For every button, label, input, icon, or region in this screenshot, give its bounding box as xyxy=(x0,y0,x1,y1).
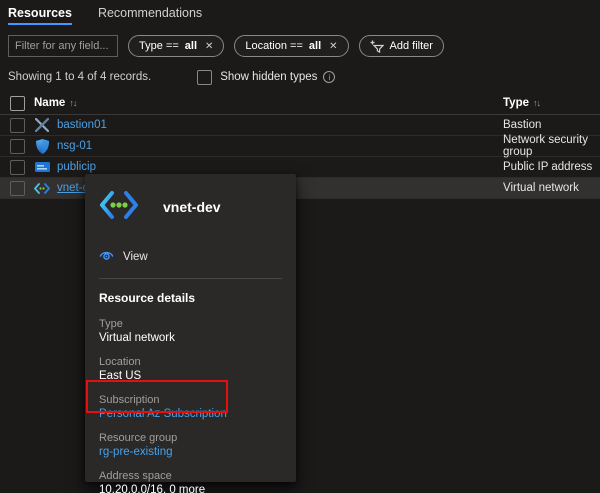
resource-link-publicip[interactable]: publicip xyxy=(57,161,96,173)
field-value: 10.20.0.0/16, 0 more xyxy=(99,484,206,493)
popover-header: vnet-dev xyxy=(99,190,282,223)
records-count-text: Showing 1 to 4 of 4 records. xyxy=(8,71,152,83)
add-filter-icon xyxy=(370,40,384,53)
divider xyxy=(99,278,282,279)
row-checkbox[interactable] xyxy=(10,159,25,175)
vnet-icon xyxy=(34,180,50,196)
tab-bar: Resources Recommendations xyxy=(0,0,600,26)
table-row[interactable]: nsg-01 Network security group xyxy=(0,134,600,158)
bastion-icon xyxy=(34,117,50,133)
show-hidden-label: Show hidden types xyxy=(220,71,318,83)
resource-group-link[interactable]: rg-pre-existing xyxy=(99,445,282,460)
row-checkbox[interactable] xyxy=(10,180,25,196)
table-row[interactable]: bastion01 Bastion xyxy=(0,115,600,136)
tab-resources[interactable]: Resources xyxy=(8,6,72,26)
table-header: Name ↑↓ Type ↑↓ xyxy=(0,92,600,115)
field-type: Type Virtual network xyxy=(99,317,282,346)
field-label: Subscription xyxy=(99,394,160,406)
view-eye-icon xyxy=(99,249,114,264)
resource-details-popover: vnet-dev View Resource details Type Virt… xyxy=(85,174,296,493)
field-resource-group: Resource group rg-pre-existing xyxy=(99,431,282,460)
resources-page: Resources Recommendations Type == all ✕ … xyxy=(0,0,600,493)
vnet-icon-large xyxy=(99,190,139,223)
nsg-shield-icon xyxy=(34,138,50,154)
add-filter-label: Add filter xyxy=(389,40,433,52)
sort-icon: ↑↓ xyxy=(69,98,77,108)
filter-pill-location-label: Location == xyxy=(245,40,303,52)
select-all-checkbox[interactable] xyxy=(10,95,25,111)
show-hidden-checkbox[interactable] xyxy=(197,69,213,85)
filter-pill-type[interactable]: Type == all ✕ xyxy=(128,35,225,57)
column-header-type-label: Type xyxy=(503,97,529,109)
row-checkbox[interactable] xyxy=(10,117,25,133)
resource-type: Bastion xyxy=(503,119,542,131)
info-icon[interactable]: i xyxy=(323,71,336,83)
filter-input[interactable] xyxy=(8,35,118,57)
filter-toolbar: Type == all ✕ Location == all ✕ Add filt… xyxy=(0,26,600,58)
field-label: Address space xyxy=(99,470,172,482)
field-label: Location xyxy=(99,356,141,368)
dismiss-icon[interactable]: ✕ xyxy=(205,41,213,52)
field-address-space: Address space 10.20.0.0/16, 0 more xyxy=(99,469,282,493)
filter-pill-type-value: all xyxy=(184,40,197,52)
column-header-type[interactable]: Type ↑↓ xyxy=(503,97,541,109)
field-location: Location East US xyxy=(99,355,282,384)
resource-link-bastion01[interactable]: bastion01 xyxy=(57,119,107,131)
field-value: Virtual network xyxy=(99,332,175,344)
public-ip-icon xyxy=(34,159,50,175)
add-filter-button[interactable]: Add filter xyxy=(358,35,444,57)
resource-type: Virtual network xyxy=(503,182,579,194)
tab-recommendations[interactable]: Recommendations xyxy=(98,6,202,26)
field-label: Type xyxy=(99,318,123,330)
view-button[interactable]: View xyxy=(99,249,282,264)
popover-title: vnet-dev xyxy=(163,198,221,215)
view-label: View xyxy=(123,250,148,263)
filter-pill-type-label: Type == xyxy=(139,40,179,52)
sort-icon: ↑↓ xyxy=(533,98,541,108)
column-header-name[interactable]: Name xyxy=(34,97,65,109)
dismiss-icon[interactable]: ✕ xyxy=(329,41,337,52)
field-label: Resource group xyxy=(99,432,178,444)
records-status-row: Showing 1 to 4 of 4 records. Show hidden… xyxy=(0,58,600,85)
filter-pill-location-value: all xyxy=(308,40,322,52)
row-checkbox[interactable] xyxy=(10,138,25,154)
field-value: East US xyxy=(99,370,142,382)
resource-details-heading: Resource details xyxy=(99,291,196,305)
filter-pill-location[interactable]: Location == all ✕ xyxy=(234,35,349,57)
resource-link-nsg-01[interactable]: nsg-01 xyxy=(57,140,92,152)
resource-type: Network security group xyxy=(503,134,588,158)
resource-type: Public IP address xyxy=(503,161,593,173)
subscription-link[interactable]: Personal Az Subscription xyxy=(99,407,282,422)
field-subscription: Subscription Personal Az Subscription xyxy=(99,393,282,422)
